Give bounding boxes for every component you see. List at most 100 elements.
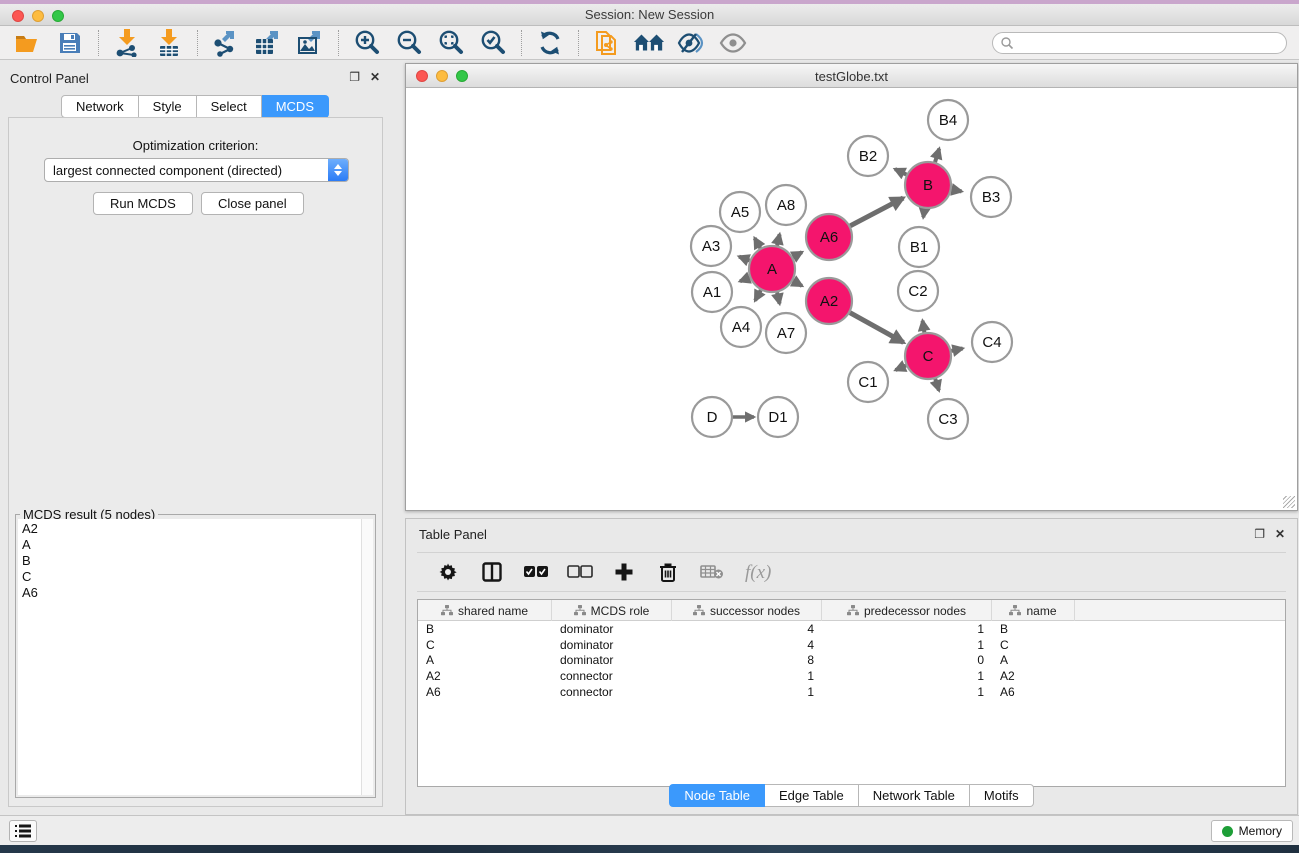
node-B1[interactable]: B1 bbox=[899, 227, 939, 267]
search-box[interactable] bbox=[992, 32, 1287, 54]
node-B2[interactable]: B2 bbox=[848, 136, 888, 176]
import-network-icon[interactable] bbox=[111, 29, 143, 57]
table-cell[interactable]: 1 bbox=[822, 685, 992, 699]
table-cell[interactable]: dominator bbox=[552, 622, 672, 636]
table-cell[interactable]: 1 bbox=[822, 638, 992, 652]
edge-C-C4[interactable] bbox=[951, 348, 962, 350]
memory-button[interactable]: Memory bbox=[1211, 820, 1293, 842]
column-header-name[interactable]: name bbox=[992, 600, 1075, 621]
tab-node-table[interactable]: Node Table bbox=[669, 784, 765, 807]
show-graphics-details-icon[interactable] bbox=[717, 29, 749, 57]
node-D[interactable]: D bbox=[692, 397, 732, 437]
edge-A-A3[interactable] bbox=[739, 257, 749, 261]
result-item[interactable]: A bbox=[22, 537, 357, 553]
node-A8[interactable]: A8 bbox=[766, 185, 806, 225]
table-cell[interactable]: 1 bbox=[672, 685, 822, 699]
edge-A-A4[interactable] bbox=[755, 290, 761, 300]
new-network-from-file-icon[interactable] bbox=[591, 29, 623, 57]
tab-mcds[interactable]: MCDS bbox=[262, 95, 329, 118]
table-cell[interactable]: C bbox=[418, 638, 552, 652]
zoom-out-icon[interactable] bbox=[393, 29, 425, 57]
export-table-icon[interactable] bbox=[252, 29, 284, 57]
table-cell[interactable]: A bbox=[992, 653, 1075, 667]
add-column-icon[interactable] bbox=[611, 558, 637, 586]
table-cell[interactable]: A2 bbox=[992, 669, 1075, 683]
zoom-in-icon[interactable] bbox=[351, 29, 383, 57]
network-window-title-bar[interactable]: testGlobe.txt bbox=[406, 64, 1297, 88]
node-C3[interactable]: C3 bbox=[928, 399, 968, 439]
edge-C-C2[interactable] bbox=[923, 321, 925, 333]
close-panel-button[interactable]: Close panel bbox=[201, 192, 304, 215]
table-cell[interactable]: connector bbox=[552, 685, 672, 699]
node-A[interactable]: A bbox=[749, 246, 795, 292]
node-A2[interactable]: A2 bbox=[806, 278, 852, 324]
float-table-panel-icon[interactable]: ❐ bbox=[1254, 528, 1265, 540]
table-cell[interactable]: dominator bbox=[552, 653, 672, 667]
table-cell[interactable]: B bbox=[418, 622, 552, 636]
node-C2[interactable]: C2 bbox=[898, 271, 938, 311]
table-cell[interactable]: B bbox=[992, 622, 1075, 636]
edge-B-B4[interactable] bbox=[935, 149, 939, 162]
tab-network[interactable]: Network bbox=[61, 95, 139, 118]
node-A4[interactable]: A4 bbox=[721, 307, 761, 347]
table-row[interactable]: Adominator80A bbox=[418, 653, 1285, 669]
tab-select[interactable]: Select bbox=[197, 95, 262, 118]
node-A3[interactable]: A3 bbox=[691, 226, 731, 266]
result-item[interactable]: A2 bbox=[22, 521, 357, 537]
result-item[interactable]: B bbox=[22, 553, 357, 569]
edge-A-A2[interactable] bbox=[793, 281, 802, 286]
table-cell[interactable]: A6 bbox=[418, 685, 552, 699]
node-table[interactable]: shared nameMCDS rolesuccessor nodesprede… bbox=[417, 599, 1286, 787]
column-header-predecessor-nodes[interactable]: predecessor nodes bbox=[822, 600, 992, 621]
task-history-button[interactable] bbox=[9, 820, 37, 842]
table-cell[interactable]: dominator bbox=[552, 638, 672, 652]
table-cell[interactable]: 1 bbox=[822, 669, 992, 683]
node-C[interactable]: C bbox=[905, 333, 951, 379]
node-A6[interactable]: A6 bbox=[806, 214, 852, 260]
table-cell[interactable]: connector bbox=[552, 669, 672, 683]
table-cell[interactable]: 0 bbox=[822, 653, 992, 667]
edge-B-B1[interactable] bbox=[923, 209, 924, 218]
table-cell[interactable]: 1 bbox=[672, 669, 822, 683]
window-resize-grip[interactable] bbox=[1283, 496, 1295, 508]
home-icon[interactable] bbox=[633, 29, 665, 57]
refresh-icon[interactable] bbox=[534, 29, 566, 57]
show-column-icon[interactable] bbox=[479, 558, 505, 586]
table-cell[interactable]: A6 bbox=[992, 685, 1075, 699]
close-table-panel-icon[interactable]: ✕ bbox=[1275, 528, 1285, 540]
float-panel-icon[interactable]: ❐ bbox=[349, 71, 360, 83]
node-A7[interactable]: A7 bbox=[766, 313, 806, 353]
delete-column-icon[interactable] bbox=[655, 558, 681, 586]
table-row[interactable]: Cdominator41C bbox=[418, 637, 1285, 653]
edge-C-C1[interactable] bbox=[896, 366, 906, 371]
edge-A-A8[interactable] bbox=[777, 234, 779, 245]
edge-A-A6[interactable] bbox=[793, 252, 802, 257]
network-canvas[interactable]: B4B2BB3A8A5A6A3B1AA1C2A2A4A7C4CC1DD1C3 bbox=[406, 88, 1297, 510]
node-B3[interactable]: B3 bbox=[971, 177, 1011, 217]
node-C4[interactable]: C4 bbox=[972, 322, 1012, 362]
zoom-fit-icon[interactable] bbox=[435, 29, 467, 57]
hide-graphics-details-icon[interactable] bbox=[675, 29, 707, 57]
criterion-dropdown[interactable]: largest connected component (directed) bbox=[44, 158, 349, 182]
result-item[interactable]: A6 bbox=[22, 585, 357, 601]
table-row[interactable]: Bdominator41B bbox=[418, 621, 1285, 637]
delete-table-icon[interactable] bbox=[699, 558, 725, 586]
column-header-shared-name[interactable]: shared name bbox=[418, 600, 552, 621]
table-row[interactable]: A6connector11A6 bbox=[418, 684, 1285, 700]
result-item[interactable]: C bbox=[22, 569, 357, 585]
edge-A-A5[interactable] bbox=[755, 238, 761, 248]
table-cell[interactable]: A bbox=[418, 653, 552, 667]
select-all-icon[interactable] bbox=[523, 558, 549, 586]
run-mcds-button[interactable]: Run MCDS bbox=[93, 192, 193, 215]
edge-B-B2[interactable] bbox=[895, 169, 906, 175]
table-cell[interactable]: C bbox=[992, 638, 1075, 652]
edge-A6-B[interactable] bbox=[850, 198, 903, 226]
function-builder-icon[interactable]: f(x) bbox=[743, 558, 783, 586]
node-A1[interactable]: A1 bbox=[692, 272, 732, 312]
save-icon[interactable] bbox=[54, 29, 86, 57]
node-A5[interactable]: A5 bbox=[720, 192, 760, 232]
table-row[interactable]: A2connector11A2 bbox=[418, 668, 1285, 684]
edge-A-A1[interactable] bbox=[740, 278, 750, 282]
table-cell[interactable]: 1 bbox=[822, 622, 992, 636]
table-cell[interactable]: A2 bbox=[418, 669, 552, 683]
